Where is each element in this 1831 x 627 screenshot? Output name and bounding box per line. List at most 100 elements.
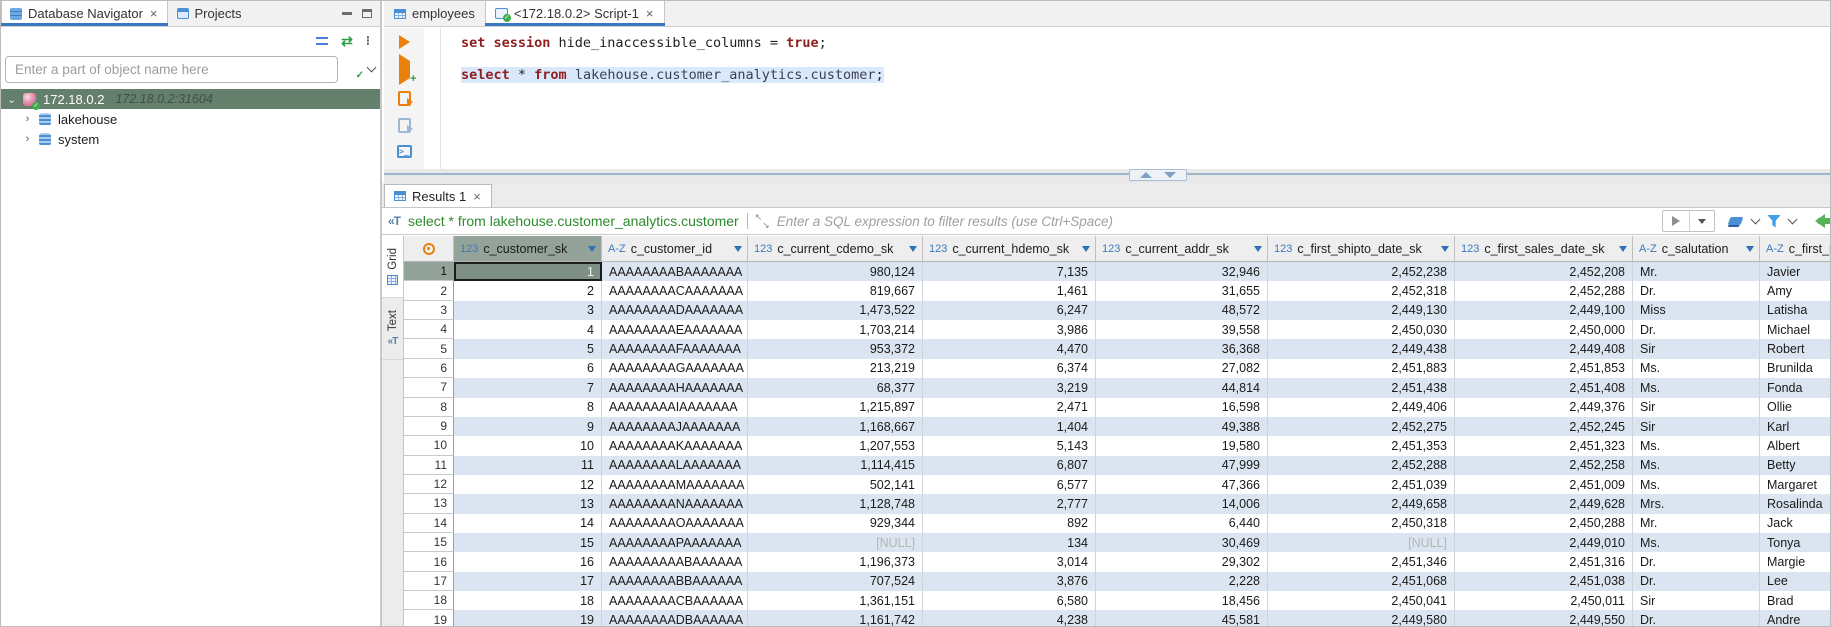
grid-cell[interactable]: 892 xyxy=(923,514,1096,533)
link-with-editor-icon[interactable]: ⇄ xyxy=(341,34,353,48)
open-sql-console-button[interactable] xyxy=(397,145,412,158)
grid-cell[interactable]: 2,451,316 xyxy=(1455,552,1633,571)
grid-cell[interactable]: 2,450,288 xyxy=(1455,514,1633,533)
filter-history-dropdown-icon[interactable] xyxy=(1698,219,1706,224)
row-number[interactable]: 6 xyxy=(404,359,454,378)
grid-cell[interactable]: AAAAAAAAEAAAAAAA xyxy=(602,320,748,339)
collapse-all-icon[interactable] xyxy=(316,37,328,45)
grid-cell[interactable]: 2,449,406 xyxy=(1268,398,1455,417)
grid-cell[interactable]: AAAAAAAACBAAAAAA xyxy=(602,591,748,610)
splitter-handle[interactable] xyxy=(1129,169,1187,181)
grid-cell[interactable]: Mr. xyxy=(1633,262,1760,281)
grid-cell[interactable]: Ollie xyxy=(1760,398,1830,417)
grid-cell[interactable]: Andre xyxy=(1760,610,1830,626)
grid-cell[interactable]: AAAAAAAACAAAAAAA xyxy=(602,281,748,300)
grid-cell[interactable]: 2,450,000 xyxy=(1455,320,1633,339)
presentation-tab-text[interactable]: Text «T xyxy=(382,298,403,360)
grid-cell[interactable]: 2,452,288 xyxy=(1268,456,1455,475)
row-number[interactable]: 16 xyxy=(404,552,454,571)
grid-cell[interactable]: Betty xyxy=(1760,456,1830,475)
object-filter-input[interactable] xyxy=(5,56,338,83)
column-header-c_current_cdemo_sk[interactable]: 123c_current_cdemo_sk xyxy=(748,236,923,262)
apply-filter-split-button[interactable] xyxy=(1662,210,1715,232)
grid-cell[interactable]: 3,219 xyxy=(923,378,1096,397)
grid-cell[interactable]: 2,452,288 xyxy=(1455,281,1633,300)
filter-settings-icon[interactable]: ✓ xyxy=(345,62,361,77)
row-number[interactable]: 12 xyxy=(404,475,454,494)
grid-cell[interactable]: 18,456 xyxy=(1096,591,1268,610)
row-number[interactable]: 18 xyxy=(404,591,454,610)
grid-cell[interactable]: 2,451,408 xyxy=(1455,378,1633,397)
row-number[interactable]: 5 xyxy=(404,339,454,358)
grid-cell[interactable]: 2,451,038 xyxy=(1455,572,1633,591)
column-header-c_salutation[interactable]: A-Zc_salutation xyxy=(1633,236,1760,262)
grid-cell[interactable]: Sir xyxy=(1633,398,1760,417)
grid-cell[interactable]: 15 xyxy=(454,533,602,552)
sort-dropdown-icon[interactable] xyxy=(1082,246,1090,252)
grid-cell[interactable]: 1,168,667 xyxy=(748,417,923,436)
grid-cell[interactable]: 3,986 xyxy=(923,320,1096,339)
grid-cell[interactable]: 2,449,628 xyxy=(1455,494,1633,513)
grid-cell[interactable]: 16,598 xyxy=(1096,398,1268,417)
row-number[interactable]: 19 xyxy=(404,610,454,626)
grid-cell[interactable]: 2,449,580 xyxy=(1268,610,1455,626)
chevron-down-icon[interactable] xyxy=(1788,214,1798,224)
row-number[interactable]: 11 xyxy=(404,456,454,475)
sort-dropdown-icon[interactable] xyxy=(1441,246,1449,252)
grid-cell[interactable]: 30,469 xyxy=(1096,533,1268,552)
grid-cell[interactable]: 6,247 xyxy=(923,301,1096,320)
sort-dropdown-icon[interactable] xyxy=(588,246,596,252)
grid-cell[interactable]: 2,449,376 xyxy=(1455,398,1633,417)
grid-cell[interactable]: Sir xyxy=(1633,417,1760,436)
row-number[interactable]: 13 xyxy=(404,494,454,513)
grid-cell[interactable]: 16 xyxy=(454,552,602,571)
grid-cell[interactable]: [NULL] xyxy=(1268,533,1455,552)
grid-cell[interactable]: 9 xyxy=(454,417,602,436)
grid-cell[interactable]: 707,524 xyxy=(748,572,923,591)
column-header-c_current_hdemo_sk[interactable]: 123c_current_hdemo_sk xyxy=(923,236,1096,262)
grid-cell[interactable]: 502,141 xyxy=(748,475,923,494)
grid-cell[interactable]: 49,388 xyxy=(1096,417,1268,436)
grid-cell[interactable]: 2,228 xyxy=(1096,572,1268,591)
grid-cell[interactable]: Latisha xyxy=(1760,301,1830,320)
tab-results-1[interactable]: Results 1 × xyxy=(384,184,492,207)
grid-cell[interactable]: 6,580 xyxy=(923,591,1096,610)
grid-cell[interactable]: 1,473,522 xyxy=(748,301,923,320)
tab-employees[interactable]: employees xyxy=(384,1,485,26)
grid-cell[interactable]: 47,999 xyxy=(1096,456,1268,475)
grid-cell[interactable]: 31,655 xyxy=(1096,281,1268,300)
grid-cell[interactable]: 1,196,373 xyxy=(748,552,923,571)
grid-cell[interactable]: 3,876 xyxy=(923,572,1096,591)
execute-in-new-tab-button[interactable]: + xyxy=(399,61,410,79)
tab-projects[interactable]: Projects xyxy=(168,1,251,26)
grid-cell[interactable]: Margie xyxy=(1760,552,1830,571)
grid-cell[interactable]: 2,452,318 xyxy=(1268,281,1455,300)
grid-cell[interactable]: Jack xyxy=(1760,514,1830,533)
grid-cell[interactable]: 929,344 xyxy=(748,514,923,533)
grid-cell[interactable]: 1,114,415 xyxy=(748,456,923,475)
grid-cell[interactable]: 2,450,011 xyxy=(1455,591,1633,610)
grid-cell[interactable]: 6,440 xyxy=(1096,514,1268,533)
grid-cell[interactable]: 18 xyxy=(454,591,602,610)
grid-cell[interactable]: Dr. xyxy=(1633,610,1760,626)
grid-cell[interactable]: AAAAAAAAIAAAAAAA xyxy=(602,398,748,417)
grid-cell[interactable]: Ms. xyxy=(1633,475,1760,494)
grid-cell[interactable]: AAAAAAAAGAAAAAAA xyxy=(602,359,748,378)
grid-cell[interactable]: 13 xyxy=(454,494,602,513)
grid-cell[interactable]: AAAAAAAAHAAAAAAA xyxy=(602,378,748,397)
grid-cell[interactable]: 11 xyxy=(454,456,602,475)
grid-cell[interactable]: 953,372 xyxy=(748,339,923,358)
grid-cell[interactable]: 3,014 xyxy=(923,552,1096,571)
grid-cell[interactable]: 2,777 xyxy=(923,494,1096,513)
grid-cell[interactable]: Sir xyxy=(1633,591,1760,610)
grid-cell[interactable]: 17 xyxy=(454,572,602,591)
row-number[interactable]: 14 xyxy=(404,514,454,533)
grid-cell[interactable]: AAAAAAAALAAAAAAA xyxy=(602,456,748,475)
chevron-right-icon[interactable]: › xyxy=(23,113,32,125)
row-number[interactable]: 8 xyxy=(404,398,454,417)
grid-cell[interactable]: Fonda xyxy=(1760,378,1830,397)
grid-cell[interactable]: 2,450,318 xyxy=(1268,514,1455,533)
grid-cell[interactable]: Margaret xyxy=(1760,475,1830,494)
grid-cell[interactable]: 2,451,323 xyxy=(1455,436,1633,455)
row-number[interactable]: 17 xyxy=(404,572,454,591)
